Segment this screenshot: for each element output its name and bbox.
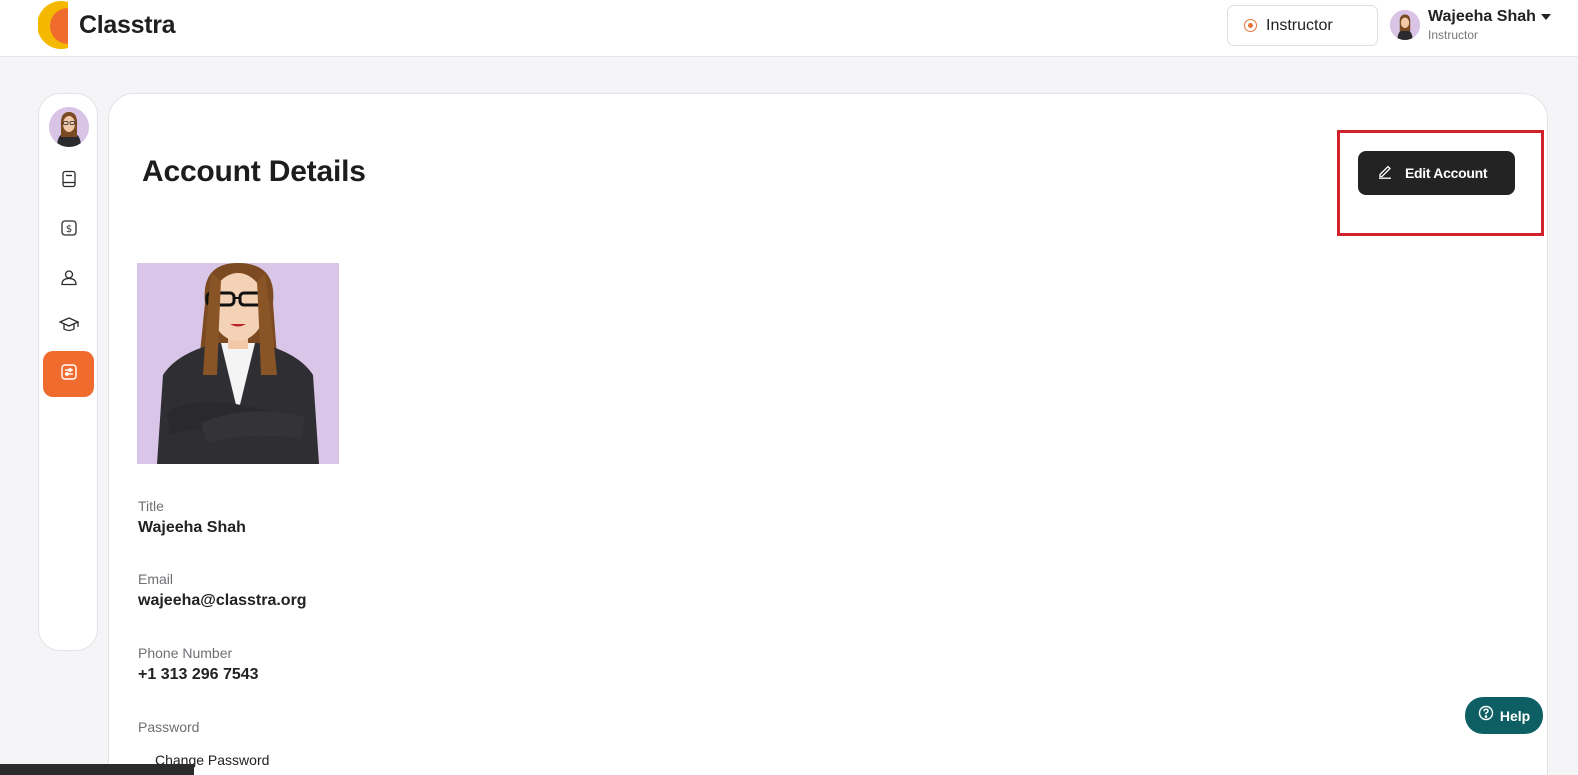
sidebar-item-students[interactable] (43, 256, 94, 302)
account-details-card: Account Details Edit Account Title Wajee… (108, 93, 1548, 775)
question-circle-icon (1478, 705, 1494, 726)
sidebar-item-account[interactable] (43, 351, 94, 397)
role-switch-button[interactable]: Instructor (1227, 5, 1378, 46)
sidebar: $ (38, 93, 98, 651)
avatar (1390, 10, 1420, 40)
chevron-down-icon[interactable] (1541, 14, 1551, 20)
radio-dot-icon (1244, 19, 1257, 32)
svg-text:$: $ (65, 224, 71, 235)
dollar-icon: $ (60, 219, 78, 242)
password-label: Password (138, 719, 200, 735)
help-label: Help (1499, 707, 1531, 724)
help-button[interactable]: Help (1465, 697, 1543, 734)
role-switch-label: Instructor (1266, 16, 1333, 34)
top-bar: Classtra Instructor Wajeeha Shah Instruc… (0, 0, 1578, 57)
edit-account-button[interactable]: Edit Account (1358, 151, 1515, 195)
user-icon (60, 268, 78, 291)
sidebar-avatar[interactable] (49, 107, 89, 147)
logo-mark (37, 0, 72, 50)
user-menu[interactable]: Wajeeha Shah Instructor (1390, 5, 1551, 45)
sidebar-item-payments[interactable]: $ (43, 207, 94, 253)
phone-value: +1 313 296 7543 (138, 666, 259, 683)
sidebar-item-courses[interactable] (43, 158, 94, 204)
page-title: Account Details (142, 155, 366, 188)
book-icon (60, 170, 78, 193)
logo[interactable]: Classtra (37, 0, 176, 50)
sidebar-item-education[interactable] (43, 304, 94, 350)
title-value: Wajeeha Shah (138, 519, 246, 536)
title-label: Title (138, 498, 164, 514)
graduation-cap-icon (57, 316, 80, 339)
phone-label: Phone Number (138, 645, 233, 661)
pencil-icon (1377, 163, 1393, 184)
user-role: Instructor (1428, 27, 1479, 42)
email-label: Email (138, 571, 174, 587)
profile-photo (137, 263, 339, 464)
settings-sliders-icon (60, 363, 78, 386)
edit-account-label: Edit Account (1405, 165, 1488, 181)
logo-text: Classtra (79, 10, 176, 39)
user-name: Wajeeha Shah (1428, 8, 1536, 26)
bottom-scroll-strip (0, 764, 194, 775)
email-value: wajeeha@classtra.org (138, 592, 307, 609)
